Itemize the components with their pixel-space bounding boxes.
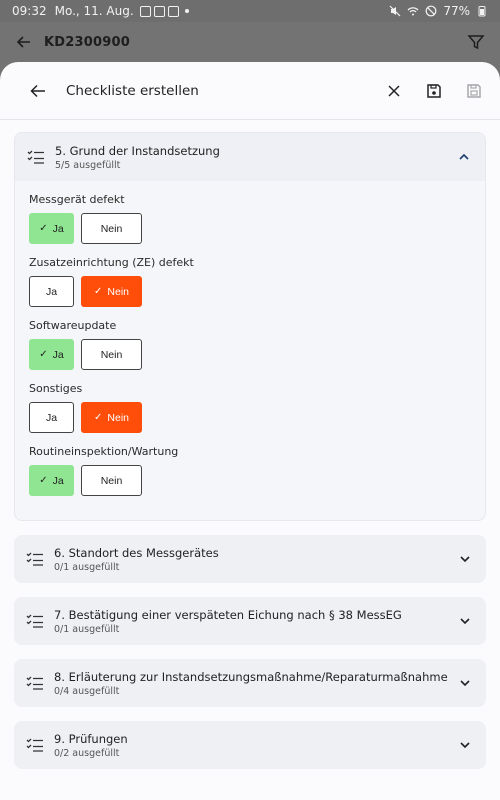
checklist-icon (26, 676, 43, 690)
section-grund-der-instandsetzung: 5. Grund der Instandsetzung 5/5 ausgefül… (14, 132, 486, 521)
check-icon: ✓ (94, 286, 103, 297)
notification-icons (139, 5, 179, 17)
dnd-icon (425, 5, 437, 17)
app-bar-title: KD2300900 (44, 34, 130, 50)
section-title: 6. Standort des Messgerätes (54, 545, 219, 560)
chevron-up-icon[interactable] (457, 150, 471, 164)
collapsed-section[interactable]: 9. Prüfungen 0/2 ausgefüllt (14, 721, 486, 769)
question-item: Messgerät defekt ✓ Ja Nein (29, 193, 471, 244)
status-date: Mo., 11. Aug. (54, 4, 134, 18)
section-header[interactable]: 8. Erläuterung zur Instandsetzungsmaßnah… (14, 659, 486, 707)
filter-icon[interactable] (466, 32, 486, 52)
checklist-icon (27, 150, 44, 164)
check-icon: ✓ (39, 475, 48, 486)
wifi-icon (407, 7, 419, 16)
section-progress: 0/1 ausgefüllt (54, 561, 120, 573)
section-header[interactable]: 6. Standort des Messgerätes 0/1 ausgefüll… (14, 535, 486, 583)
yes-label: Ja (45, 285, 58, 298)
yes-button[interactable]: Ja (29, 402, 74, 433)
section-questions: Messgerät defekt ✓ Ja Nein Zusatzeinrichtung… (15, 181, 485, 520)
answer-buttons: ✓ Ja Nein (29, 213, 471, 244)
question-label: Routineinspektion/Wartung (29, 445, 179, 458)
no-button[interactable]: Nein (81, 465, 142, 496)
collapsed-section[interactable]: 8. Erläuterung zur Instandsetzungsmaßnah… (14, 659, 486, 707)
chevron-down-icon[interactable] (458, 614, 472, 628)
no-button[interactable]: Nein (81, 213, 142, 244)
no-label: Nein (100, 474, 123, 487)
save-icon[interactable] (424, 81, 444, 101)
checklist-content: 5. Grund der Instandsetzung 5/5 ausgefül… (0, 120, 500, 769)
collapsed-section[interactable]: 6. Standort des Messgerätes 0/1 ausgefüll… (14, 535, 486, 583)
question-label: Zusatzeinrichtung (ZE) defekt (29, 256, 194, 269)
collapsed-section[interactable]: 7. Bestätigung einer verspäteten Eichung… (14, 597, 486, 645)
chevron-down-icon[interactable] (458, 552, 472, 566)
no-button[interactable]: ✓ Nein (81, 276, 142, 307)
battery-icon (478, 6, 486, 17)
sheet-header: Checkliste erstellen (0, 62, 500, 120)
check-icon: ✓ (94, 412, 103, 423)
checklist-icon (26, 738, 43, 752)
close-icon[interactable] (384, 81, 404, 101)
question-label: Sonstiges (29, 382, 83, 395)
save-disabled-icon[interactable] (464, 81, 484, 101)
section-progress: 0/1 ausgefüllt (54, 623, 120, 635)
answer-buttons: Ja ✓ Nein (29, 402, 471, 433)
no-label: Nein (100, 348, 123, 361)
no-button[interactable]: ✓ Nein (81, 402, 142, 433)
dialog-title: Checkliste erstellen (66, 82, 199, 99)
checklist-icon (26, 552, 43, 566)
question-item: Routineinspektion/Wartung ✓ Ja Nein (29, 445, 471, 496)
no-label: Nein (107, 411, 129, 424)
section-title: 7. Bestätigung einer verspäteten Eichung… (54, 607, 402, 622)
no-label: Nein (107, 285, 129, 298)
section-title: 8. Erläuterung zur Instandsetzungsmaßnah… (54, 669, 448, 684)
question-label: Messgerät defekt (29, 193, 125, 206)
question-item: Sonstiges Ja ✓ Nein (29, 382, 471, 433)
battery-level: 77% (443, 4, 470, 18)
yes-button[interactable]: Ja (29, 276, 74, 307)
no-button[interactable]: Nein (81, 339, 142, 370)
answer-buttons: Ja ✓ Nein (29, 276, 471, 307)
yes-label: Ja (45, 411, 58, 424)
yes-button[interactable]: ✓ Ja (29, 339, 74, 370)
answer-buttons: ✓ Ja Nein (29, 465, 471, 496)
back-arrow-icon[interactable] (28, 81, 48, 101)
question-item: Zusatzeinrichtung (ZE) defekt Ja ✓ Nein (29, 256, 471, 307)
yes-label: Ja (52, 348, 64, 361)
yes-label: Ja (52, 222, 64, 235)
check-icon: ✓ (39, 349, 48, 360)
section-progress: 0/4 ausgefüllt (54, 685, 120, 697)
checklist-sheet: Checkliste erstellen 5. Grund der Instan… (0, 62, 500, 800)
yes-label: Ja (52, 474, 64, 487)
chevron-down-icon[interactable] (458, 738, 472, 752)
status-time: 09:32 (12, 4, 47, 18)
section-title: 9. Prüfungen (54, 731, 128, 746)
question-item: Softwareupdate ✓ Ja Nein (29, 319, 471, 370)
section-header[interactable]: 5. Grund der Instandsetzung 5/5 ausgefül… (15, 133, 485, 181)
section-header[interactable]: 7. Bestätigung einer verspäteten Eichung… (14, 597, 486, 645)
check-icon: ✓ (39, 223, 48, 234)
back-arrow-icon[interactable] (14, 32, 34, 52)
chevron-down-icon[interactable] (458, 676, 472, 690)
no-label: Nein (100, 222, 123, 235)
more-notifications-icon (184, 9, 189, 13)
section-progress: 0/2 ausgefüllt (54, 747, 120, 759)
answer-buttons: ✓ Ja Nein (29, 339, 471, 370)
yes-button[interactable]: ✓ Ja (29, 465, 74, 496)
section-progress: 5/5 ausgefüllt (55, 159, 121, 171)
yes-button[interactable]: ✓ Ja (29, 213, 74, 244)
section-title: 5. Grund der Instandsetzung (55, 143, 220, 158)
checklist-icon (26, 614, 43, 628)
question-label: Softwareupdate (29, 319, 117, 332)
app-bar: KD2300900 (0, 22, 500, 62)
status-bar: 09:32 Mo., 11. Aug. 77% (0, 0, 500, 22)
mute-icon (389, 5, 401, 17)
section-header[interactable]: 9. Prüfungen 0/2 ausgefüllt (14, 721, 486, 769)
